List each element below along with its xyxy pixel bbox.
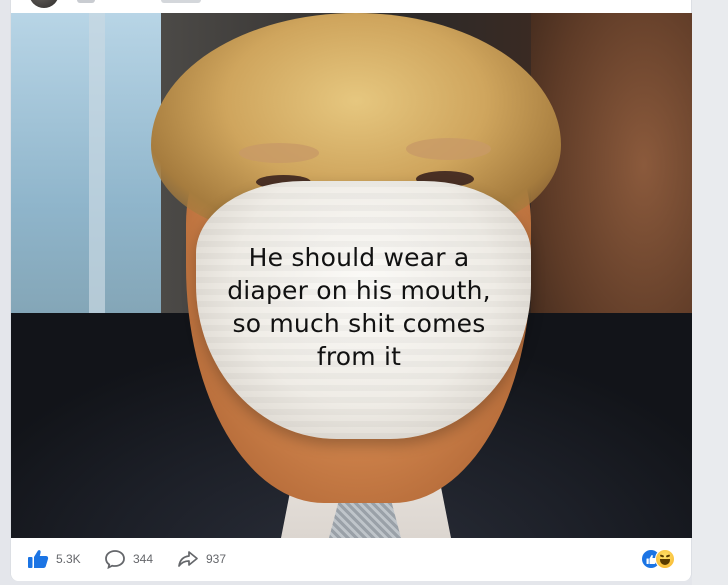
author-avatar[interactable] (29, 0, 59, 8)
right-eyebrow (406, 138, 491, 160)
post-card: He should wear a diaper on his mouth, so… (10, 0, 692, 581)
comment-bubble-icon (104, 549, 126, 569)
haha-mouth (660, 559, 670, 565)
thumbs-up-icon (27, 549, 49, 569)
author-name-partial[interactable] (77, 0, 95, 3)
caption-line: from it (316, 342, 402, 371)
haha-eye (659, 554, 665, 558)
haha-eye (665, 554, 671, 558)
caption-line: He should wear a (248, 243, 470, 272)
share-arrow-icon (177, 549, 199, 569)
left-rail (0, 0, 10, 585)
like-button[interactable]: 5.3K (27, 549, 81, 569)
reaction-summary[interactable] (641, 549, 681, 569)
right-rail (692, 0, 728, 585)
share-button[interactable]: 937 (177, 549, 226, 569)
background-window (11, 13, 161, 363)
caption-line: so much shit comes (232, 309, 486, 338)
post-meta-partial (161, 0, 201, 3)
mask-caption: He should wear a diaper on his mouth, so… (209, 241, 509, 381)
comment-count: 344 (133, 552, 154, 566)
left-eyebrow (239, 143, 319, 163)
post-image[interactable]: He should wear a diaper on his mouth, so… (11, 13, 692, 538)
share-count: 937 (206, 552, 227, 566)
post-action-bar: 5.3K 344 937 (11, 538, 691, 581)
haha-reaction-icon (655, 549, 675, 569)
comment-button[interactable]: 344 (104, 549, 153, 569)
caption-line: diaper on his mouth, (227, 276, 491, 305)
post-header (11, 0, 691, 13)
like-count: 5.3K (56, 552, 81, 566)
window-frame (89, 13, 105, 353)
